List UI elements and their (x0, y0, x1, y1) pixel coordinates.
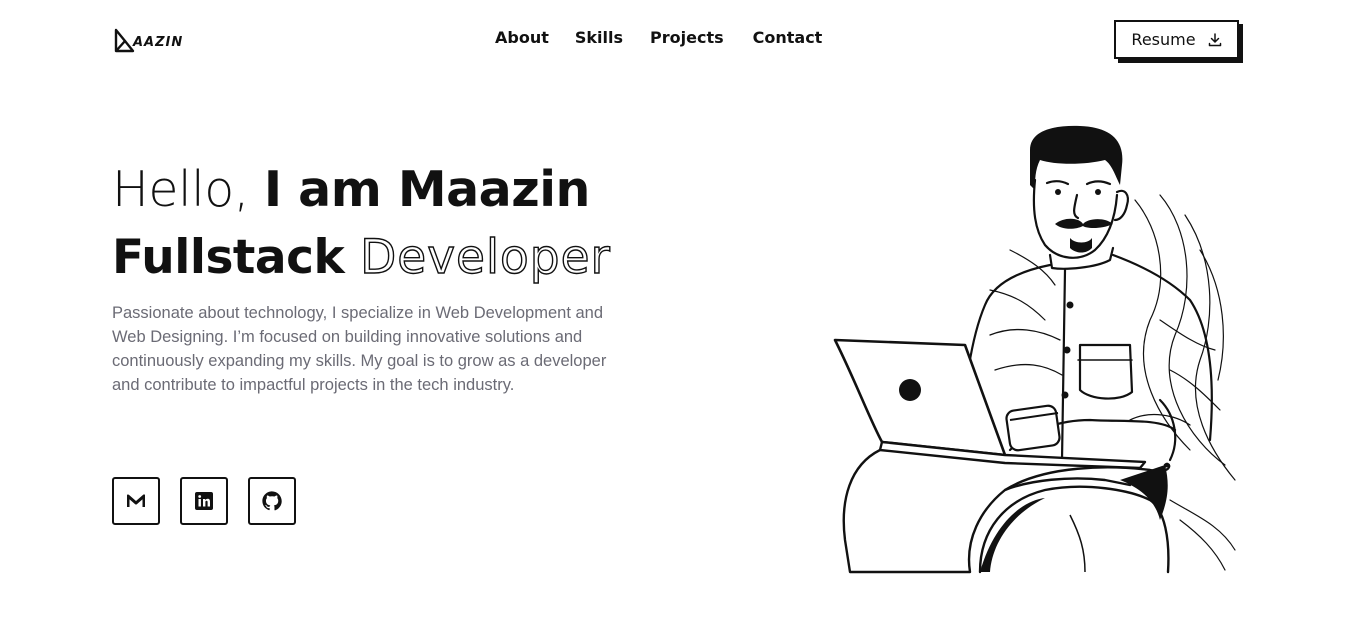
github-icon (262, 491, 282, 511)
hero-name: I am Maazin (263, 161, 591, 218)
download-icon (1208, 32, 1221, 46)
hero-role-outline: Developer (359, 229, 611, 285)
social-links (112, 477, 296, 525)
linkedin-icon (195, 492, 213, 510)
resume-button[interactable]: Resume (1114, 20, 1239, 59)
gmail-button[interactable] (112, 477, 160, 525)
m-monogram-icon (114, 28, 135, 53)
nav-contact[interactable]: Contact (753, 28, 823, 47)
logo-text: AAZIN (133, 34, 184, 50)
hero-role-line: Fullstack Developer (112, 228, 672, 288)
hero-greeting: Hello, (112, 161, 249, 218)
github-button[interactable] (248, 477, 296, 525)
nav-projects[interactable]: Projects (650, 28, 724, 47)
linkedin-button[interactable] (180, 477, 228, 525)
hero-greeting-line: Hello, I am Maazin (112, 160, 672, 220)
resume-label: Resume (1131, 30, 1196, 49)
main-nav: About Skills Projects Contact (495, 28, 850, 47)
gmail-icon (127, 494, 145, 507)
site-logo[interactable]: AAZIN (113, 25, 193, 55)
nav-skills[interactable]: Skills (575, 28, 623, 47)
nav-about[interactable]: About (495, 28, 549, 47)
hero-role-bold: Fullstack (112, 230, 345, 285)
hero-description: Passionate about technology, I specializ… (112, 304, 607, 394)
man-with-laptop-illustration (833, 125, 1236, 574)
hero-heading: Hello, I am Maazin Fullstack Developer (112, 160, 672, 288)
